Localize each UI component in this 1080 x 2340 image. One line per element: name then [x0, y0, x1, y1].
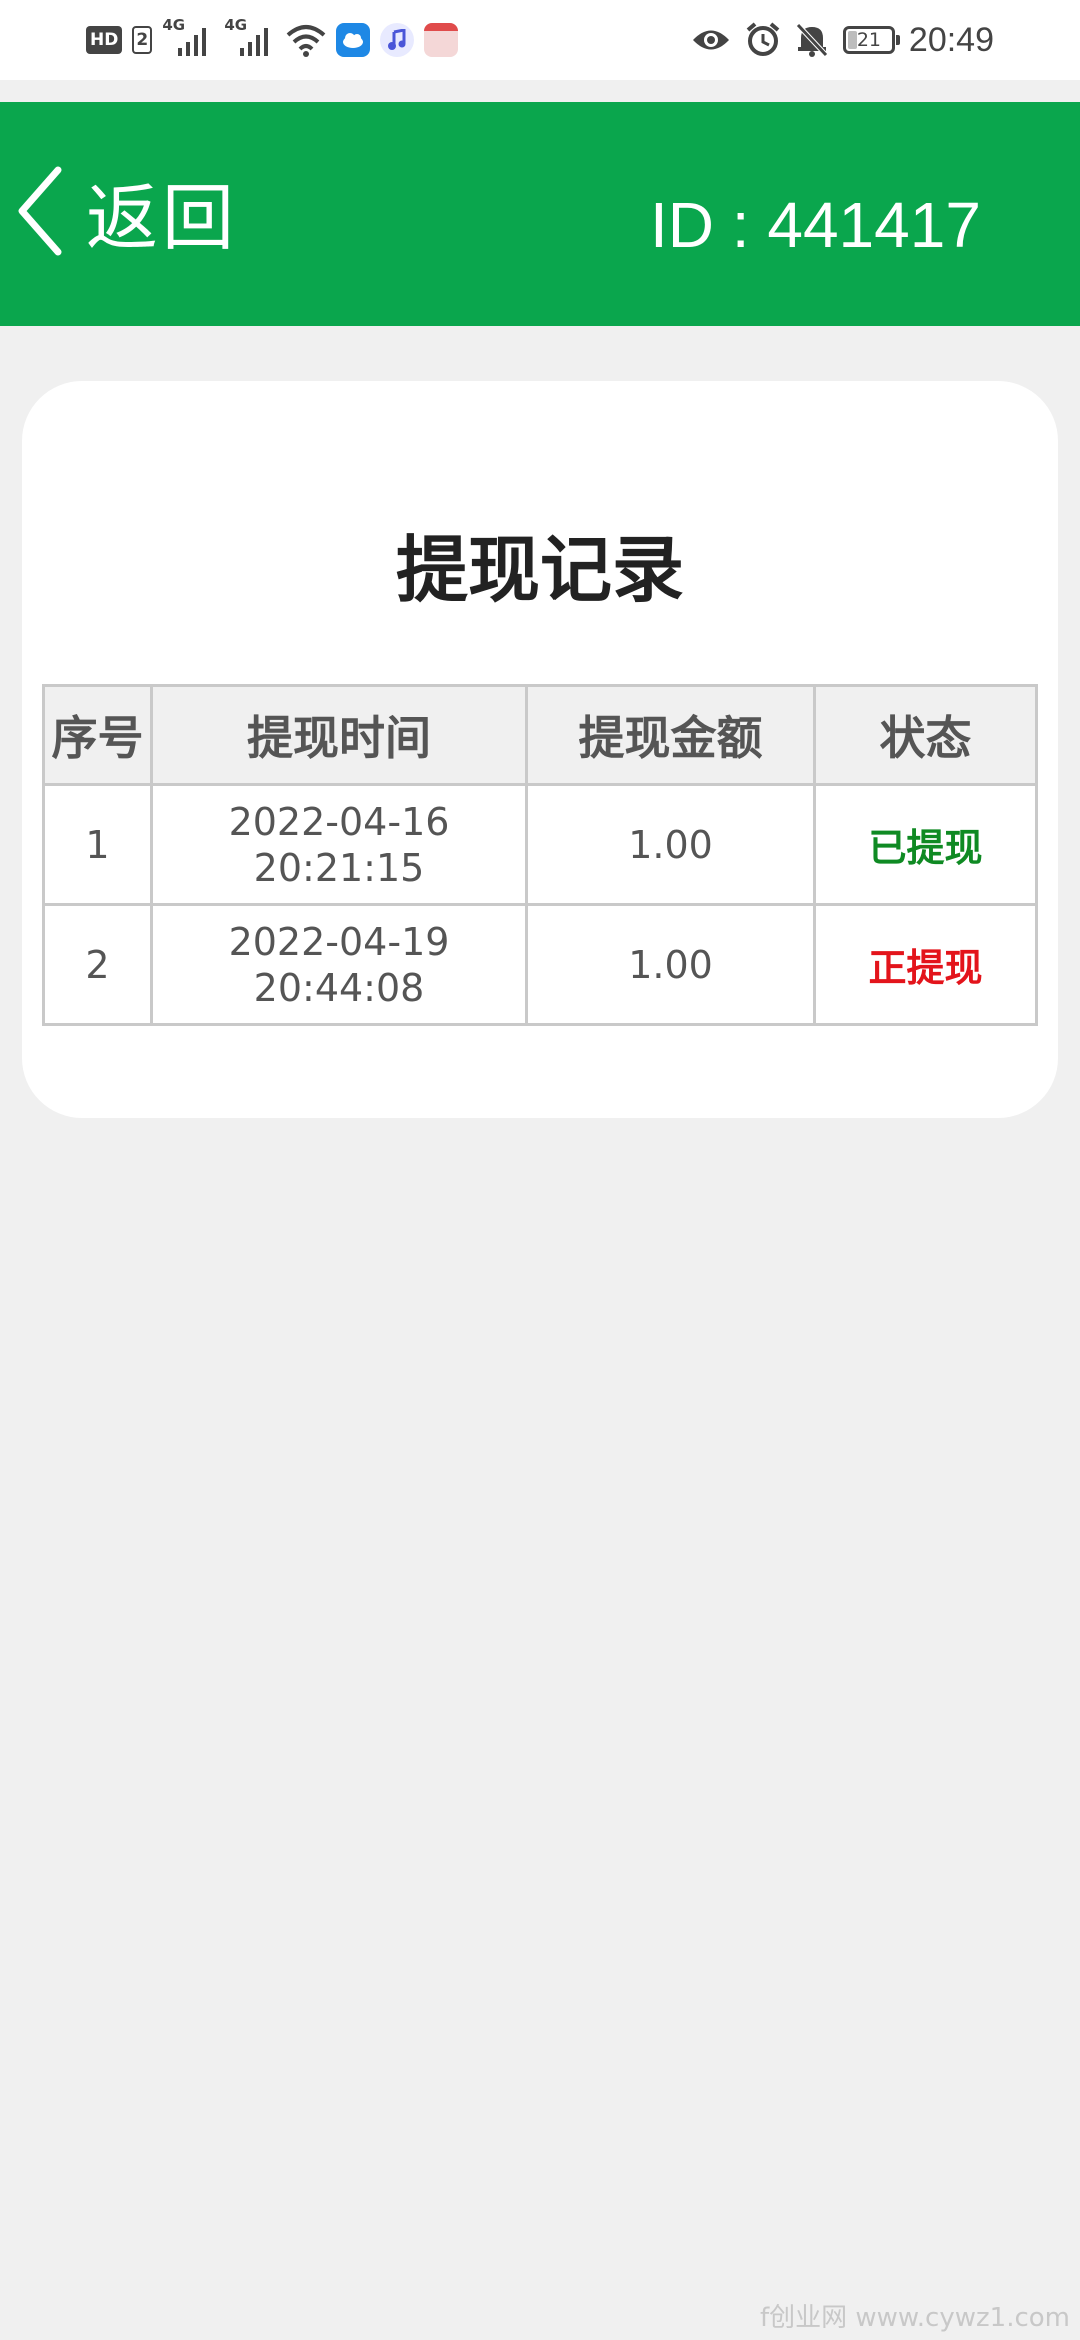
alarm-icon [746, 22, 780, 56]
user-id-label: ID : 441417 [650, 189, 981, 261]
back-button[interactable]: 返回 [16, 156, 238, 266]
status-time: 20:49 [908, 20, 994, 59]
signal-icon: 4G [224, 16, 276, 58]
row-clock: 20:44:08 [253, 965, 425, 1010]
weather-app-icon [336, 23, 371, 57]
chevron-left-icon [18, 166, 62, 256]
status-badge: 正提现 [868, 946, 983, 990]
table-header-row: 序号 提现时间 提现金额 状态 [42, 684, 1038, 786]
row-date: 2022-04-16 [228, 799, 450, 844]
column-header-time: 提现时间 [150, 684, 528, 786]
row-index: 2 [42, 903, 153, 1026]
row-date: 2022-04-19 [228, 919, 450, 964]
row-clock: 20:21:15 [253, 845, 425, 890]
battery-percentage: 21 [856, 29, 881, 51]
app-icon [424, 23, 459, 57]
wifi-icon [287, 25, 326, 57]
row-index: 1 [42, 783, 153, 906]
page-title: 提现记录 [395, 528, 684, 612]
withdrawal-records-card: 提现记录 序号 提现时间 提现金额 状态 1 2022-04-16 20:21:… [22, 381, 1058, 1118]
eye-icon [692, 30, 729, 50]
status-badge: 已提现 [868, 826, 983, 870]
status-left-icons: HD 2 4G 4G [86, 16, 459, 62]
status-bar: HD 2 4G 4G 21 20:49 [0, 0, 1080, 80]
row-status-cell: 正提现 [813, 903, 1038, 1026]
column-header-index: 序号 [42, 684, 153, 786]
hd-icon: HD [86, 26, 123, 54]
column-header-amount: 提现金额 [525, 684, 816, 786]
row-status-cell: 已提现 [813, 783, 1038, 906]
row-amount: 1.00 [525, 783, 816, 906]
row-time: 2022-04-19 20:44:08 [150, 903, 528, 1026]
battery-icon: 21 [842, 26, 900, 54]
row-time: 2022-04-16 20:21:15 [150, 783, 528, 906]
status-right-icons: 21 20:49 [691, 18, 994, 62]
battery-level-fill [847, 31, 857, 49]
column-header-status: 状态 [813, 684, 1038, 786]
header-bar: 返回 ID : 441417 [0, 102, 1080, 326]
music-app-icon [380, 23, 415, 57]
row-amount: 1.00 [525, 903, 816, 1026]
signal-icon: 4G [162, 16, 214, 58]
back-label: 返回 [86, 175, 239, 260]
withdrawal-table: 序号 提现时间 提现金额 状态 1 2022-04-16 20:21:15 1.… [42, 684, 1038, 1026]
table-row: 1 2022-04-16 20:21:15 1.00 已提现 [42, 783, 1038, 906]
sim-slot-icon: 2 [132, 26, 153, 54]
mute-icon [796, 23, 828, 57]
watermark: f创业网 www.cywz1.com [759, 2303, 1070, 2333]
table-row: 2 2022-04-19 20:44:08 1.00 正提现 [42, 903, 1038, 1026]
